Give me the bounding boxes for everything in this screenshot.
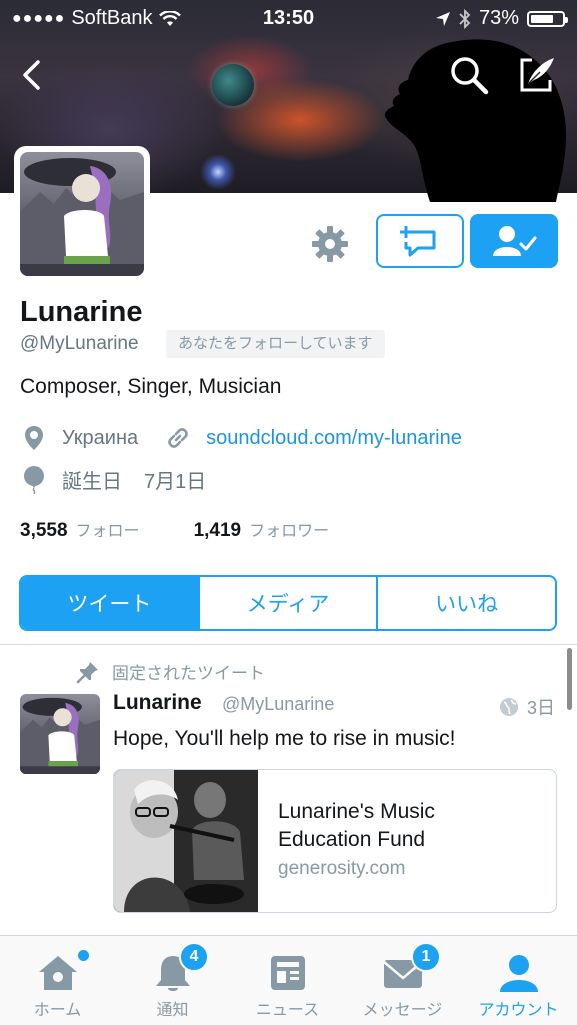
profile-meta-location-link: Украина soundcloud.com/my-lunarine	[20, 424, 462, 452]
profile-location: Украина	[62, 426, 139, 449]
person-icon	[499, 955, 538, 992]
status-bar: ●●●●● SoftBank 13:50 73%	[0, 0, 577, 38]
tab-notifications[interactable]: 4 通知	[115, 936, 230, 1025]
banner-planet	[212, 64, 254, 106]
card-title: Lunarine's Music Education Fund	[278, 800, 435, 851]
person-check-icon	[493, 226, 537, 256]
search-button[interactable]	[446, 52, 492, 98]
balloon-icon	[20, 465, 48, 494]
profile-name: Lunarine	[20, 296, 143, 328]
battery-percent: 73%	[478, 7, 519, 29]
profile-handle: @MyLunarine	[20, 333, 139, 354]
tab-messages[interactable]: 1 メッセージ	[345, 936, 460, 1025]
battery-fill	[531, 14, 553, 23]
follows-you-badge: あなたをフォローしています	[166, 330, 385, 358]
tweet-meta: 3日	[499, 694, 555, 720]
tweet-author-handle: @MyLunarine	[222, 694, 335, 714]
scrollbar[interactable]	[567, 648, 572, 710]
pin-icon	[76, 661, 98, 683]
compose-icon	[520, 58, 554, 92]
following-label: フォロー	[75, 523, 140, 540]
tweet-avatar-illustration	[20, 697, 100, 774]
home-icon	[38, 956, 77, 990]
tab-account[interactable]: アカウント	[460, 936, 577, 1025]
gear-icon	[312, 226, 348, 262]
message-add-icon	[400, 226, 436, 257]
card-photo	[114, 770, 258, 912]
card-image	[114, 770, 258, 912]
following-count-link[interactable]: 3,558 フォロー	[20, 517, 140, 542]
tab-media[interactable]: メディア	[197, 577, 377, 629]
birthday-label: 誕生日	[62, 471, 122, 493]
tab-account-label: アカウント	[478, 1002, 559, 1019]
tab-news[interactable]: ニュース	[230, 936, 345, 1025]
location-arrow-icon	[435, 11, 450, 26]
pinned-label: 固定されたツイート	[112, 664, 265, 683]
tab-notifications-label: 通知	[156, 1002, 189, 1019]
profile-tabs: ツイート メディア いいね	[19, 575, 557, 631]
tweet-text: Hope, You'll help me to rise in music!	[113, 727, 456, 750]
bottom-tab-bar: ホーム 4 通知 ニュース 1 メッセージ アカウント	[0, 935, 577, 1025]
followers-label: フォロワー	[249, 523, 330, 540]
link-icon	[164, 424, 192, 452]
section-divider	[0, 644, 577, 645]
avatar-illustration	[20, 158, 144, 276]
settings-button[interactable]	[306, 220, 354, 268]
avatar-image	[20, 152, 144, 276]
link-card[interactable]: Lunarine's Music Education Fund generosi…	[113, 769, 557, 913]
tweet-author-avatar[interactable]	[20, 694, 100, 774]
notifications-badge: 4	[179, 942, 209, 972]
tab-tweets[interactable]: ツイート	[21, 577, 198, 629]
following-button[interactable]	[470, 214, 558, 268]
pinned-indicator: 固定されたツイート	[76, 659, 265, 684]
profile-meta-birthday: 誕生日 7月1日	[20, 465, 206, 494]
card-body: Lunarine's Music Education Fund generosi…	[258, 770, 478, 912]
profile-avatar[interactable]	[14, 146, 150, 282]
tab-news-label: ニュース	[255, 1002, 320, 1019]
follow-counts: 3,558 フォロー 1,419 フォロワー	[20, 517, 329, 542]
following-count: 3,558	[20, 520, 68, 541]
banner-silhouette	[384, 39, 566, 202]
tab-messages-label: メッセージ	[362, 1002, 443, 1019]
card-domain: generosity.com	[278, 858, 406, 879]
messages-badge: 1	[411, 942, 441, 972]
profile-website-link[interactable]: soundcloud.com/my-lunarine	[206, 427, 462, 450]
location-pin-icon	[20, 424, 48, 452]
tab-likes[interactable]: いいね	[376, 577, 555, 629]
compose-button[interactable]	[514, 52, 560, 98]
followers-count: 1,419	[193, 520, 242, 541]
profile-bio: Composer, Singer, Musician	[20, 375, 282, 398]
home-new-dot	[78, 950, 89, 961]
tweet-time: 3日	[526, 698, 555, 718]
tweet-author-name[interactable]: Lunarine	[113, 691, 202, 715]
battery-icon	[527, 10, 568, 27]
tab-home[interactable]: ホーム	[0, 936, 115, 1025]
direct-message-button[interactable]	[376, 214, 464, 268]
chevron-left-icon	[23, 60, 40, 90]
birthday-value: 7月1日	[144, 471, 207, 493]
bluetooth-icon	[459, 8, 471, 29]
tab-home-label: ホーム	[33, 1002, 82, 1019]
back-button[interactable]	[12, 52, 58, 98]
followers-count-link[interactable]: 1,419 フォロワー	[194, 517, 330, 542]
globe-icon	[499, 698, 518, 716]
news-icon	[270, 956, 305, 990]
search-icon	[451, 57, 489, 95]
